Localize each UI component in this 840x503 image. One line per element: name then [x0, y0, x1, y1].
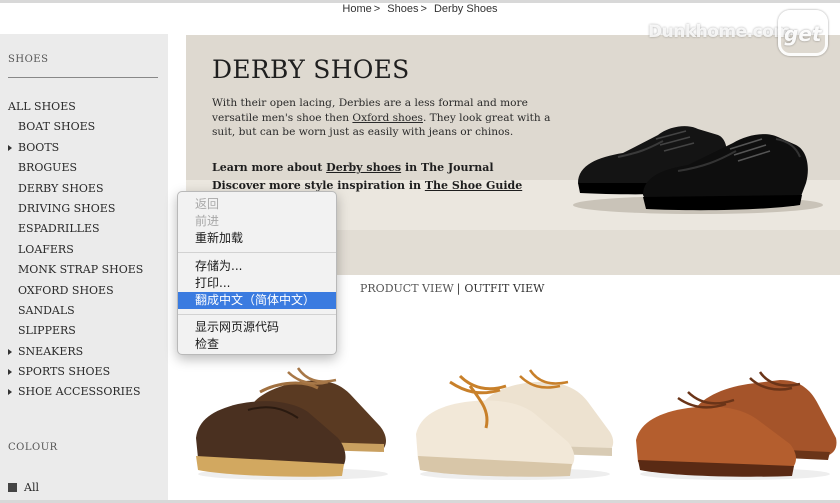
watermark-text: Dunkhome.com: [648, 22, 791, 42]
sidebar-item-brogues[interactable]: BROGUES: [0, 161, 168, 181]
breadcrumb-shoes[interactable]: Shoes: [387, 3, 418, 15]
derby-shoes-journal-link[interactable]: Derby shoes: [326, 161, 401, 174]
watermark-logo-text: get: [784, 22, 822, 46]
site-watermark: Dunkhome.com get: [648, 10, 833, 58]
sidebar-item-boots[interactable]: BOOTS: [0, 141, 168, 161]
breadcrumb-current: Derby Shoes: [433, 3, 498, 15]
sidebar-item-monk-strap-shoes[interactable]: MONK STRAP SHOES: [0, 263, 168, 283]
category-sidebar: SHOES ALL SHOES BOAT SHOES BOOTS BROGUES…: [0, 34, 168, 500]
sidebar-item-label: BOAT SHOES: [18, 120, 96, 134]
outfit-view-link[interactable]: OUTFIT VIEW: [464, 282, 544, 295]
learn-more-line: Learn more about Derby shoes in The Jour…: [212, 159, 522, 177]
colour-filter-all[interactable]: All: [8, 481, 39, 494]
sidebar-item-label: SLIPPERS: [18, 324, 76, 338]
expand-arrow-icon[interactable]: [8, 369, 12, 376]
journal-links: Learn more about Derby shoes in The Jour…: [212, 159, 522, 195]
category-description: With their open lacing, Derbies are a le…: [212, 96, 552, 140]
colour-filter-all-label: All: [24, 481, 39, 494]
menu-item-inspect[interactable]: 检查: [178, 336, 336, 353]
sidebar-item-label: ESPADRILLES: [18, 222, 100, 236]
view-toggle-separator: |: [456, 282, 461, 295]
sidebar-item-label: SHOE ACCESSORIES: [18, 385, 141, 399]
expand-arrow-icon[interactable]: [8, 348, 12, 355]
expand-arrow-icon[interactable]: [8, 144, 12, 151]
shoe-guide-link[interactable]: The Shoe Guide: [425, 179, 522, 192]
product-image-brown-moccasin-shoes[interactable]: [188, 352, 398, 482]
sidebar-item-label: ALL SHOES: [8, 100, 76, 113]
oxford-shoes-link[interactable]: Oxford shoes: [352, 112, 423, 124]
sidebar-item-boat-shoes[interactable]: BOAT SHOES: [0, 120, 168, 140]
menu-item-save-as[interactable]: 存储为...: [178, 258, 336, 275]
watermark-logo: get: [778, 10, 828, 56]
menu-item-view-source[interactable]: 显示网页源代码: [178, 319, 336, 336]
sidebar-item-espadrilles[interactable]: ESPADRILLES: [0, 222, 168, 242]
sidebar-item-derby-shoes[interactable]: DERBY SHOES: [0, 182, 168, 202]
breadcrumb-home[interactable]: Home: [342, 3, 371, 15]
learn-more-text: in The Journal: [401, 161, 494, 174]
sidebar-item-sandals[interactable]: SANDALS: [0, 304, 168, 324]
product-card-2[interactable]: [410, 352, 620, 482]
sidebar-item-label: SPORTS SHOES: [18, 365, 111, 379]
sidebar-item-label: SNEAKERS: [18, 344, 84, 358]
sidebar-item-label: OXFORD SHOES: [18, 283, 114, 297]
sidebar-item-all-shoes[interactable]: ALL SHOES: [0, 100, 168, 120]
breadcrumb-separator: >: [373, 3, 381, 15]
sidebar-item-oxford-shoes[interactable]: OXFORD SHOES: [0, 284, 168, 304]
sidebar-item-shoe-accessories[interactable]: SHOE ACCESSORIES: [0, 385, 168, 405]
checkbox-checked-icon[interactable]: [8, 483, 17, 492]
breadcrumb-separator: >: [420, 3, 427, 15]
page-title: DERBY SHOES: [212, 55, 410, 84]
menu-item-back[interactable]: 返回: [178, 196, 336, 213]
menu-item-forward[interactable]: 前进: [178, 213, 336, 230]
sidebar-heading: SHOES: [8, 54, 49, 65]
menu-item-translate[interactable]: 翻成中文（简体中文）: [178, 292, 336, 309]
sidebar-divider: [8, 77, 158, 78]
expand-arrow-icon[interactable]: [8, 389, 12, 396]
product-image-cream-moccasin-shoes[interactable]: [410, 352, 620, 482]
menu-divider: [178, 252, 336, 253]
sidebar-item-sneakers[interactable]: SNEAKERS: [0, 345, 168, 365]
product-view-link[interactable]: PRODUCT VIEW: [360, 282, 454, 295]
sidebar-item-label: BOOTS: [18, 140, 60, 154]
menu-item-print[interactable]: 打印...: [178, 275, 336, 292]
sidebar-item-label: LOAFERS: [18, 242, 74, 256]
product-card-3[interactable]: [630, 352, 840, 482]
learn-more-text: Learn more about: [212, 161, 327, 174]
colour-filter-heading: COLOUR: [8, 442, 58, 453]
menu-divider: [178, 314, 336, 315]
context-menu: 返回 前进 重新加载 存储为... 打印... 翻成中文（简体中文） 显示网页源…: [177, 191, 337, 355]
menu-item-reload[interactable]: 重新加载: [178, 230, 336, 247]
sidebar-item-label: DRIVING SHOES: [18, 201, 116, 215]
sidebar-item-label: MONK STRAP SHOES: [18, 263, 144, 277]
sidebar-item-driving-shoes[interactable]: DRIVING SHOES: [0, 202, 168, 222]
sidebar-item-sports-shoes[interactable]: SPORTS SHOES: [0, 365, 168, 385]
category-list: ALL SHOES BOAT SHOES BOOTS BROGUES DERBY…: [0, 100, 168, 406]
sidebar-item-label: SANDALS: [18, 303, 75, 317]
product-image-tan-derby-shoes[interactable]: [630, 352, 840, 482]
sidebar-item-loafers[interactable]: LOAFERS: [0, 243, 168, 263]
product-card-1[interactable]: [188, 352, 398, 482]
sidebar-item-label: DERBY SHOES: [18, 181, 104, 195]
hero-derby-shoes-image: [573, 126, 823, 214]
sidebar-item-label: BROGUES: [18, 161, 78, 175]
view-toggle: PRODUCT VIEW | OUTFIT VIEW: [360, 282, 544, 295]
sidebar-item-slippers[interactable]: SLIPPERS: [0, 324, 168, 344]
